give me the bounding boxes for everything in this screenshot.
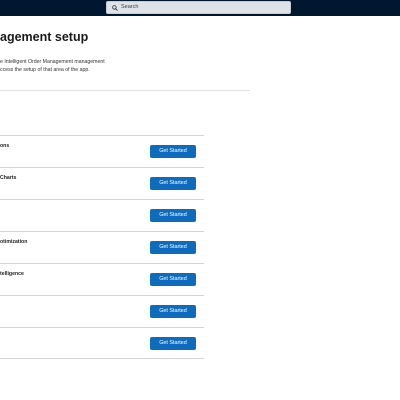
page-title: agement setup <box>0 30 89 44</box>
setup-row-label: ons <box>0 143 10 149</box>
get-started-button[interactable]: Get Started <box>150 337 196 350</box>
get-started-button[interactable]: Get Started <box>150 273 196 286</box>
setup-row: ons Get Started <box>0 135 204 167</box>
setup-row: Get Started <box>0 295 204 327</box>
get-started-button[interactable]: Get Started <box>150 209 196 222</box>
setup-row: Get Started <box>0 327 204 359</box>
setup-row: Get Started <box>0 199 204 231</box>
setup-row-label: telligence <box>0 271 24 277</box>
search-input[interactable]: Search <box>121 4 138 11</box>
get-started-button[interactable]: Get Started <box>150 145 196 158</box>
setup-row: telligence Get Started <box>0 263 204 295</box>
setup-row: Charts Get Started <box>0 167 204 199</box>
setup-row-label: otimization <box>0 239 28 245</box>
divider <box>0 90 250 91</box>
get-started-button[interactable]: Get Started <box>150 305 196 318</box>
search-box[interactable]: Search <box>106 1 291 14</box>
get-started-button[interactable]: Get Started <box>150 177 196 190</box>
setup-row: otimization Get Started <box>0 231 204 263</box>
setup-row-label: Charts <box>0 175 17 181</box>
top-bar: Search <box>0 0 400 16</box>
setup-list: ons Get Started Charts Get Started Get S… <box>0 135 204 359</box>
search-icon <box>112 4 118 11</box>
get-started-button[interactable]: Get Started <box>150 241 196 254</box>
page-description: e Intelligent Order Management managemen… <box>0 59 150 74</box>
description-line-1: e Intelligent Order Management managemen… <box>0 59 105 65</box>
description-line-2: ccess the setup of that area of the app. <box>0 66 90 73</box>
